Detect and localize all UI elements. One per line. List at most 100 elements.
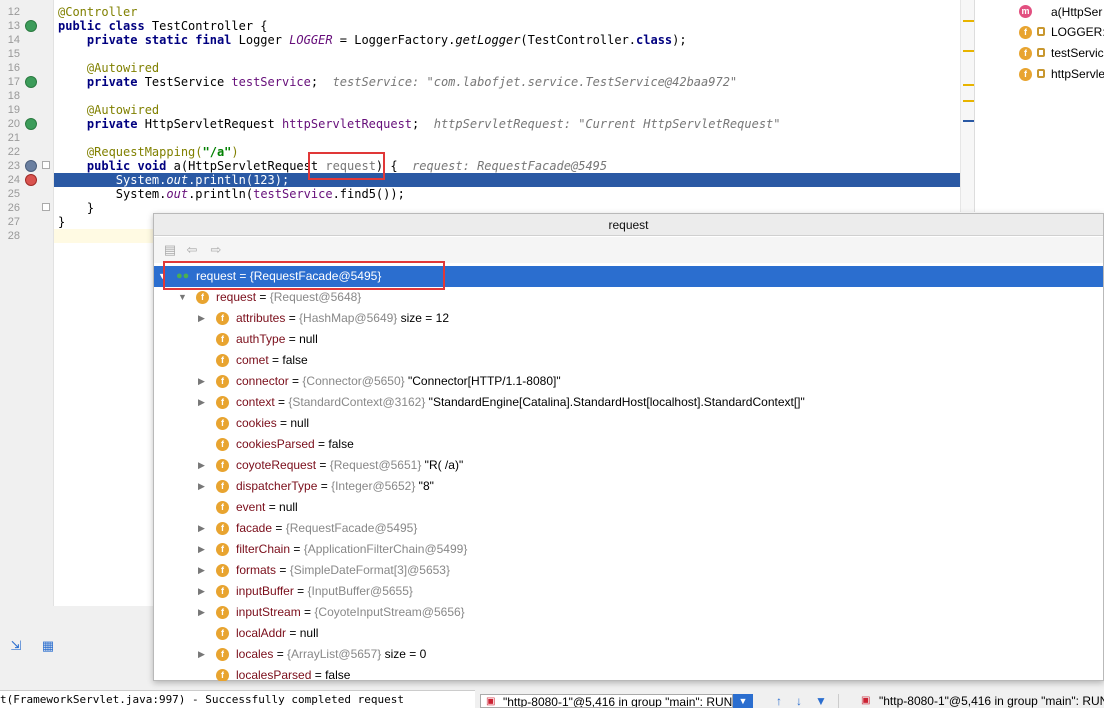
annotation: @Autowired [86,103,160,117]
chevron-right-icon[interactable]: ▶ [198,581,208,602]
variables-tree[interactable]: ▼ ●● request = {RequestFacade@5495} ▼ f reque… [154,264,1103,681]
tree-row[interactable]: ▶ f dispatcherType = {Integer@5652} "8" [154,476,1103,497]
tree-row[interactable]: ▶ f facade = {RequestFacade@5495} [154,518,1103,539]
object-ref: {InputBuffer@5655} [307,584,413,598]
equals-sign: = [290,542,304,556]
variable-extra: size = 0 [381,647,427,661]
chevron-right-icon[interactable]: ▶ [198,539,208,560]
variable-value: false [282,353,308,367]
line-number: 16 [7,62,20,74]
equals-sign: = [293,584,308,598]
back-arrow-icon[interactable]: ⇦ [184,242,200,258]
tree-row-text: authType = null [236,329,318,350]
keyword: private [86,75,138,89]
chevron-right-icon[interactable]: ▶ [198,518,208,539]
variable-name: locales [236,647,274,661]
tree-row[interactable]: f event = null [154,497,1103,518]
chevron-right-icon[interactable]: ▶ [198,602,208,623]
tree-row[interactable]: ▶ f connector = {Connector@5650} "Connecto… [154,371,1103,392]
method-icon: m [1019,5,1032,18]
calculator-icon[interactable]: ▦ [40,638,56,654]
code-text: HttpServletRequest [137,117,282,131]
code-text: TestService [137,75,232,89]
code-text: .find5()); [332,187,405,201]
variable-name: context [236,395,275,409]
variable-value: "8" [415,479,434,493]
popup-title[interactable]: request [154,214,1103,236]
tree-row[interactable]: f authType = null [154,329,1103,350]
filter-icon[interactable]: ▼ [814,694,828,708]
tree-row[interactable]: f localAddr = null [154,623,1103,644]
object-ref: {ArrayList@5657} [287,647,382,661]
chevron-down-icon[interactable]: ▼ [733,694,753,708]
breakpoint-icon[interactable] [25,174,37,186]
code-editor[interactable]: @Controller public class TestController … [54,0,972,230]
arrow-down-icon[interactable]: ↓ [792,694,806,708]
console-output: t(FrameworkServlet.java:997) - Successfu… [0,690,475,708]
annotation: @Autowired [86,61,160,75]
tree-row-text: context = {StandardContext@3162} "Standa… [236,392,805,413]
chevron-right-icon[interactable]: ▶ [198,308,208,329]
line-number: 12 [7,6,20,18]
chevron-down-icon[interactable]: ▼ [178,287,188,308]
equals-sign: = [286,626,300,640]
structure-item[interactable]: a(HttpSer [1051,5,1102,19]
tree-row-text: request = {Request@5648} [216,287,361,308]
tree-row[interactable]: f comet = false [154,350,1103,371]
fold-toggle-icon[interactable] [42,203,50,211]
tree-row-text: facade = {RequestFacade@5495} [236,518,417,539]
tree-row[interactable]: f cookies = null [154,413,1103,434]
code-text: Logger [231,33,290,47]
tree-row[interactable]: ▶ f filterChain = {ApplicationFilterChain@… [154,539,1103,560]
chevron-right-icon[interactable]: ▶ [198,371,208,392]
chevron-right-icon[interactable]: ▶ [198,455,208,476]
structure-item[interactable]: LOGGER: [1051,25,1104,39]
forward-arrow-icon[interactable]: ⇨ [208,242,224,258]
tree-row[interactable]: ▶ f attributes = {HashMap@5649} size = 12 [154,308,1103,329]
chevron-right-icon[interactable]: ▶ [198,392,208,413]
object-ref: {StandardContext@3162} [288,395,426,409]
tree-row[interactable]: ▼ f request = {Request@5648} [154,287,1103,308]
request-mapping-icon[interactable] [25,160,37,172]
autowired-bean-icon[interactable] [25,118,37,130]
tree-row[interactable]: ▶ f inputStream = {CoyoteInputStream@5656} [154,602,1103,623]
chevron-right-icon[interactable]: ▶ [198,644,208,665]
autowired-bean-icon[interactable] [25,76,37,88]
structure-item[interactable]: testServic [1051,46,1104,60]
variable-name: coyoteRequest [236,458,317,472]
tree-row[interactable]: ▶ f coyoteRequest = {Request@5651} "R( /a)… [154,455,1103,476]
field-name: testService [231,75,311,89]
tree-row[interactable]: ▶ f locales = {ArrayList@5657} size = 0 [154,644,1103,665]
inline-debug-value: request: RequestFacade@5495 [412,159,608,173]
line-number: 13 [7,20,20,32]
bean-icon[interactable] [25,20,37,32]
thread-selector[interactable]: ▣ "http-8080-1"@5,416 in group "main": R… [480,694,733,708]
keyword: private static final [86,33,232,47]
field-icon: f [216,522,229,535]
structure-item[interactable]: httpServle [1051,67,1104,81]
code-line: private HttpServletRequest httpServletRe… [58,117,781,131]
folder-icon[interactable]: ▤ [162,242,178,258]
arrow-up-icon[interactable]: ↑ [772,694,786,708]
tree-row[interactable]: f cookiesParsed = false [154,434,1103,455]
tree-row[interactable]: ▶ f context = {StandardContext@3162} "Stan… [154,392,1103,413]
chevron-right-icon[interactable]: ▶ [198,560,208,581]
code-text: ; [310,75,319,89]
tree-row-text: cookiesParsed = false [236,434,354,455]
lock-icon [1037,48,1045,57]
field-name: out [166,187,189,201]
object-ref: {Request@5648} [269,290,362,304]
variable-value: false [325,668,351,681]
fold-toggle-icon[interactable] [42,161,50,169]
chevron-right-icon[interactable]: ▶ [198,476,208,497]
code-line: @RequestMapping("/a") [58,145,239,159]
code-line: } [58,201,94,215]
restore-layout-icon[interactable]: ⇲ [8,638,24,654]
tree-row[interactable]: f localesParsed = false [154,665,1103,681]
field-icon: f [216,480,229,493]
variable-extra: size = 12 [397,311,449,325]
code-text: .println( [188,187,254,201]
tree-row[interactable]: ▶ f inputBuffer = {InputBuffer@5655} [154,581,1103,602]
error-stripe[interactable] [960,0,975,212]
tree-row[interactable]: ▶ f formats = {SimpleDateFormat[3]@5653} [154,560,1103,581]
